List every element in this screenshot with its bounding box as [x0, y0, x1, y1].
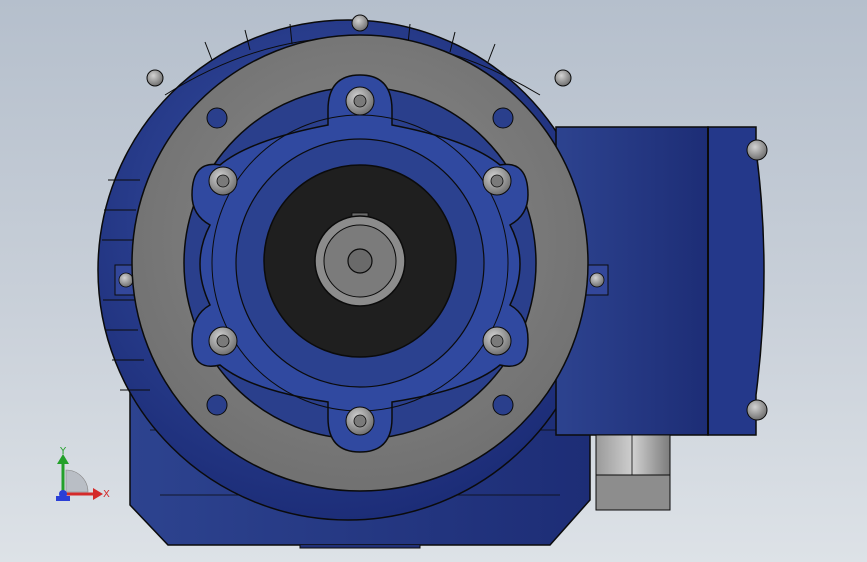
- graphics-viewport[interactable]: Y X: [0, 0, 867, 562]
- orientation-triad: Y X: [56, 446, 110, 501]
- output-shaft-stub: [595, 434, 671, 511]
- x-axis-label: X: [103, 489, 110, 500]
- y-axis-label: Y: [59, 446, 67, 457]
- gearbox-3d-model[interactable]: Y X: [0, 0, 867, 562]
- shaft-center: [347, 248, 373, 274]
- side-cover: [707, 126, 765, 436]
- top-vent-plug: [351, 14, 369, 32]
